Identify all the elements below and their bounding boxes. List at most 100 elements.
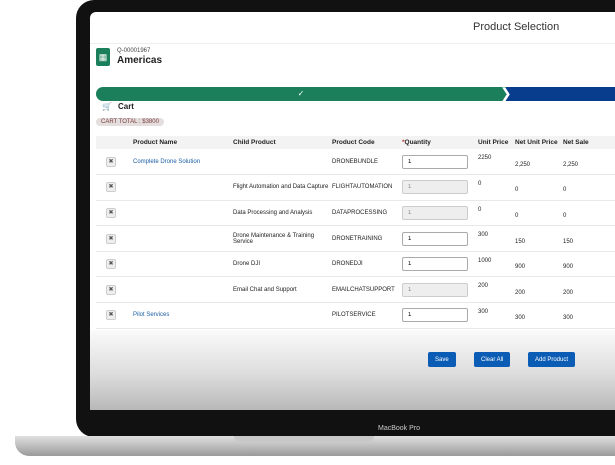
page-title: Product Selection: [473, 21, 560, 33]
check-icon: ✓: [297, 89, 305, 98]
col-unit-price: Unit Price: [478, 136, 515, 149]
unit-price: 0: [478, 200, 515, 227]
save-button[interactable]: Save: [428, 352, 456, 367]
quote-icon: ▦: [96, 48, 110, 66]
quantity-cell: [402, 225, 478, 252]
col-remove: [96, 136, 133, 149]
product-code: PILOTSERVICE: [332, 302, 402, 329]
progress-step-current[interactable]: [506, 87, 615, 101]
table-row: ✖ Email Chat and Support EMAILCHATSUPPOR…: [96, 276, 615, 304]
quantity-input[interactable]: [402, 257, 468, 272]
net-unit-price: 150: [515, 225, 563, 252]
col-product-name: Product Name: [133, 136, 233, 149]
chevron-right-icon: ❯: [500, 85, 512, 101]
table-row: ✖ Data Processing and Analysis DATAPROCE…: [96, 200, 615, 227]
child-product: Data Processing and Analysis: [233, 200, 332, 227]
product-name[interactable]: Pilot Services: [133, 302, 233, 329]
quote-number: Q-00001967: [117, 48, 151, 54]
account-name: Americas: [117, 55, 163, 66]
unit-price: 2250: [478, 149, 515, 176]
net-sale: 0: [563, 174, 615, 201]
net-sale: 150: [563, 225, 615, 252]
quantity-label: Quantity: [404, 139, 431, 146]
unit-price: 1000: [478, 251, 515, 278]
child-product: Email Chat and Support: [233, 276, 332, 304]
footer-bar: Save Clear All Add Product: [90, 330, 615, 410]
remove-icon[interactable]: ✖: [106, 259, 116, 270]
product-name: [133, 225, 233, 252]
remove-icon[interactable]: ✖: [106, 182, 116, 193]
col-quantity: *Quantity: [402, 136, 478, 149]
product-code: DRONEBUNDLE: [332, 149, 402, 176]
net-unit-price: 200: [515, 276, 563, 304]
table-row: ✖ Drone DJI DRONEDJI 1000 900 900: [96, 251, 615, 278]
remove-cell: ✖: [96, 302, 133, 329]
quantity-cell: [402, 276, 478, 304]
unit-price: 300: [478, 302, 515, 329]
device-label: MacBook Pro: [378, 425, 421, 432]
net-unit-price: 300: [515, 302, 563, 329]
remove-cell: ✖: [96, 149, 133, 176]
unit-price: 0: [478, 174, 515, 201]
product-code: DRONETRAINING: [332, 225, 402, 252]
cart-heading: 🛒 Cart: [102, 102, 134, 111]
quantity-cell: [402, 251, 478, 278]
product-code: DATAPROCESSING: [332, 200, 402, 227]
remove-cell: ✖: [96, 225, 133, 252]
table-row: ✖ Drone Maintenance & Training Service D…: [96, 225, 615, 252]
net-unit-price: 900: [515, 251, 563, 278]
remove-icon[interactable]: ✖: [106, 233, 116, 244]
laptop-notch: [234, 436, 374, 442]
net-sale: 2,250: [563, 149, 615, 176]
quantity-cell: [402, 149, 478, 176]
child-product: Drone DJI: [233, 251, 332, 278]
quantity-cell: [402, 200, 478, 227]
col-product-code: Product Code: [332, 136, 402, 149]
table-row: ✖ Pilot Services PILOTSERVICE 300 300 30…: [96, 302, 615, 329]
product-code: DRONEDJI: [332, 251, 402, 278]
product-name: [133, 251, 233, 278]
net-sale: 900: [563, 251, 615, 278]
screen: Product Selection ▦ Q-00001967 Americas …: [90, 12, 615, 410]
quantity-cell: [402, 302, 478, 329]
page-header: Product Selection: [90, 12, 615, 44]
col-child-product: Child Product: [233, 136, 332, 149]
remove-cell: ✖: [96, 200, 133, 227]
net-unit-price: 0: [515, 174, 563, 201]
quantity-input[interactable]: [402, 282, 468, 297]
quantity-input[interactable]: [402, 231, 468, 246]
child-product: [233, 149, 332, 176]
quantity-input[interactable]: [402, 180, 468, 195]
clear-all-button[interactable]: Clear All: [474, 352, 511, 367]
add-product-button[interactable]: Add Product: [528, 352, 576, 367]
child-product: [233, 302, 332, 329]
remove-cell: ✖: [96, 174, 133, 201]
product-code: EMAILCHATSUPPORT: [332, 276, 402, 304]
quantity-input[interactable]: [402, 154, 468, 169]
unit-price: 200: [478, 276, 515, 304]
remove-icon[interactable]: ✖: [106, 207, 116, 218]
col-net-sale: Net Sale: [563, 136, 615, 149]
net-unit-price: 2,250: [515, 149, 563, 176]
cart-label: Cart: [117, 102, 134, 111]
product-name[interactable]: Complete Drone Solution: [133, 149, 233, 176]
table-row: ✖ Complete Drone Solution DRONEBUNDLE 22…: [96, 149, 615, 176]
remove-cell: ✖: [96, 276, 133, 304]
unit-price: 300: [478, 225, 515, 252]
net-sale: 300: [563, 302, 615, 329]
remove-icon[interactable]: ✖: [106, 310, 116, 321]
progress-step-completed[interactable]: ✓: [96, 87, 506, 101]
child-product: Flight Automation and Data Capture: [233, 174, 332, 201]
remove-icon[interactable]: ✖: [106, 156, 116, 167]
quantity-input[interactable]: [402, 308, 468, 323]
product-name: [133, 174, 233, 201]
net-sale: 200: [563, 276, 615, 304]
remove-cell: ✖: [96, 251, 133, 278]
product-code: FLIGHTAUTOMATION: [332, 174, 402, 201]
table-row: ✖ Flight Automation and Data Capture FLI…: [96, 174, 615, 201]
quantity-input[interactable]: [402, 205, 468, 220]
net-unit-price: 0: [515, 200, 563, 227]
child-product: Drone Maintenance & Training Service: [233, 225, 332, 252]
remove-icon[interactable]: ✖: [106, 284, 116, 295]
quantity-cell: [402, 174, 478, 201]
